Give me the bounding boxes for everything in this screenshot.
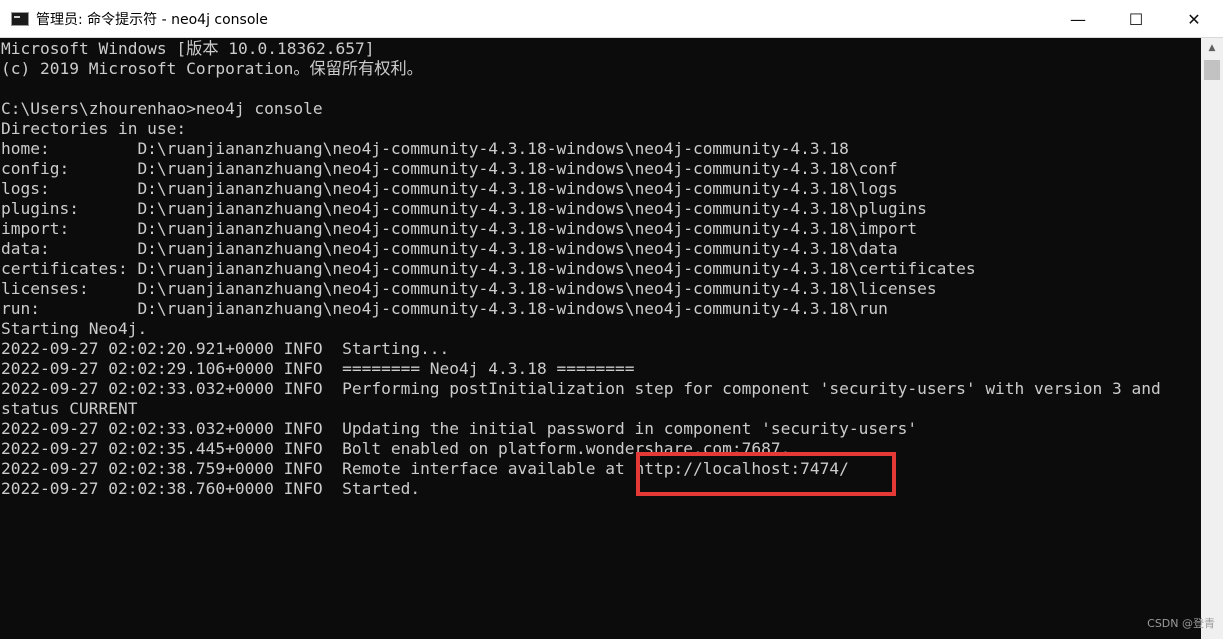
close-button[interactable]: ✕: [1165, 0, 1223, 38]
maximize-button[interactable]: ☐: [1107, 0, 1165, 38]
title-bar: 管理员: 命令提示符 - neo4j console — ☐ ✕: [0, 0, 1223, 38]
window-controls: — ☐ ✕: [1049, 0, 1223, 38]
url-highlight-box: [636, 452, 896, 496]
window-title: 管理员: 命令提示符 - neo4j console: [36, 11, 268, 28]
console-line: import: D:\ruanjiananzhuang\neo4j-commun…: [1, 219, 918, 238]
console-line: 2022-09-27 02:02:33.032+0000 INFO Perfor…: [1, 379, 1161, 398]
console-line: Microsoft Windows [版本 10.0.18362.657]: [1, 39, 375, 58]
console-line: data: D:\ruanjiananzhuang\neo4j-communit…: [1, 239, 898, 258]
console-line: certificates: D:\ruanjiananzhuang\neo4j-…: [1, 259, 976, 278]
console-line: logs: D:\ruanjiananzhuang\neo4j-communit…: [1, 179, 898, 198]
console-line: home: D:\ruanjiananzhuang\neo4j-communit…: [1, 139, 849, 158]
console-line: 2022-09-27 02:02:33.032+0000 INFO Updati…: [1, 419, 918, 438]
console-line: 2022-09-27 02:02:38.760+0000 INFO Starte…: [1, 479, 421, 498]
console-text: Microsoft Windows [版本 10.0.18362.657] (c)…: [1, 39, 1161, 499]
console-line: (c) 2019 Microsoft Corporation。保留所有权利。: [1, 59, 423, 78]
scroll-thumb[interactable]: [1204, 60, 1220, 80]
console-line: 2022-09-27 02:02:20.921+0000 INFO Starti…: [1, 339, 450, 358]
console-output[interactable]: Microsoft Windows [版本 10.0.18362.657] (c)…: [0, 38, 1201, 639]
console-line: C:\Users\zhourenhao>neo4j console: [1, 99, 323, 118]
console-line: 2022-09-27 02:02:38.759+0000 INFO Remote…: [1, 459, 849, 478]
console-line: Starting Neo4j.: [1, 319, 148, 338]
console-line: run: D:\ruanjiananzhuang\neo4j-community…: [1, 299, 888, 318]
console-line: config: D:\ruanjiananzhuang\neo4j-commun…: [1, 159, 898, 178]
console-line: plugins: D:\ruanjiananzhuang\neo4j-commu…: [1, 199, 927, 218]
console-line: 2022-09-27 02:02:29.106+0000 INFO ======…: [1, 359, 635, 378]
console-line: 2022-09-27 02:02:35.445+0000 INFO Bolt e…: [1, 439, 791, 458]
cmd-icon: [11, 11, 29, 26]
watermark: CSDN @登青: [1147, 617, 1215, 630]
vertical-scrollbar[interactable]: ▲: [1201, 38, 1223, 639]
console-line: licenses: D:\ruanjiananzhuang\neo4j-comm…: [1, 279, 937, 298]
scroll-up-arrow-icon[interactable]: ▲: [1201, 38, 1223, 58]
minimize-button[interactable]: —: [1049, 0, 1107, 38]
console-line: status CURRENT: [1, 399, 138, 418]
console-line: Directories in use:: [1, 119, 187, 138]
